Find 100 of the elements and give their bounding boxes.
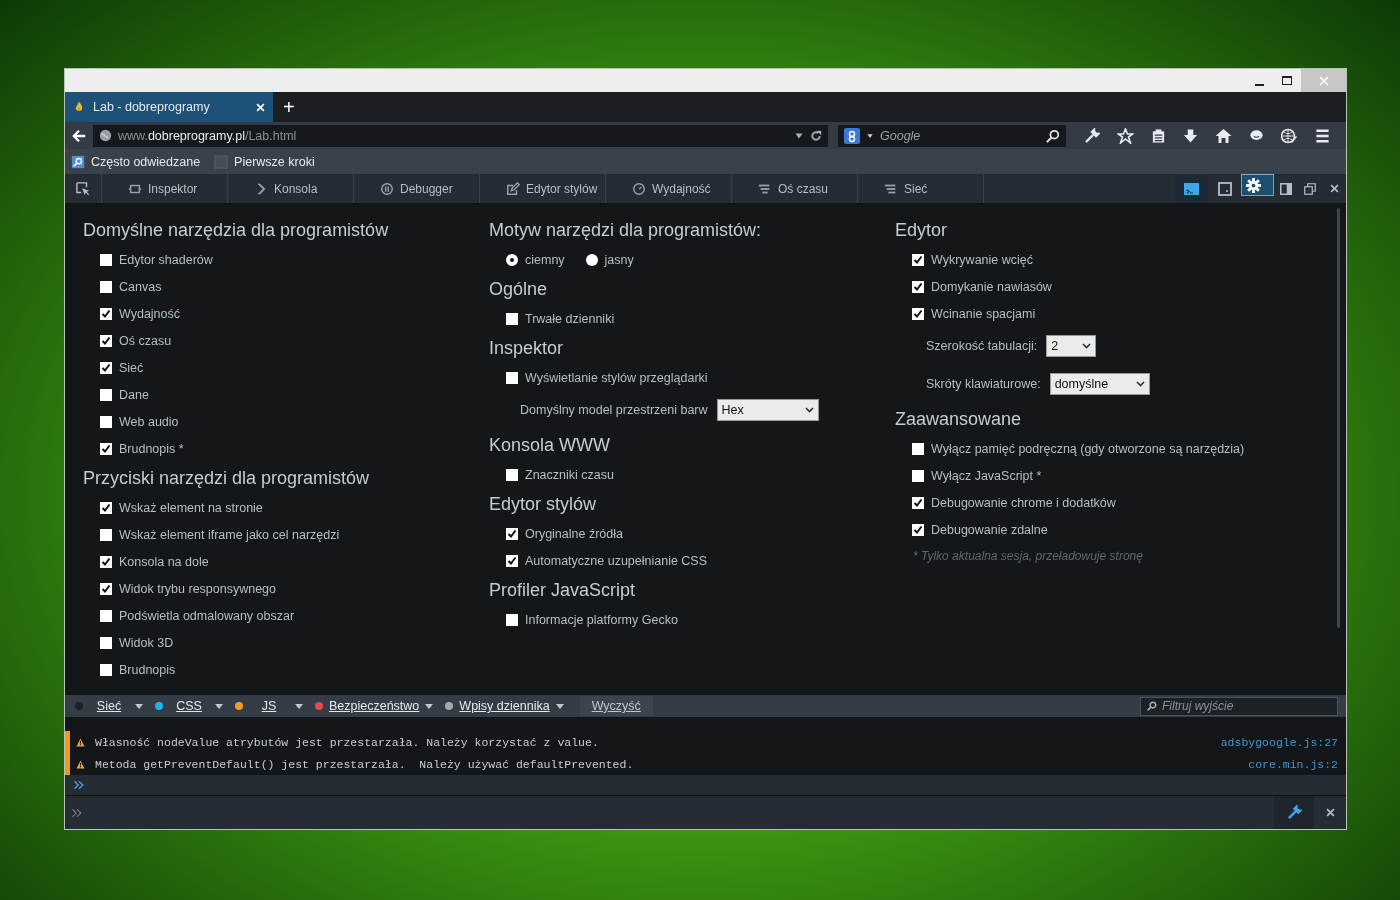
checkbox-label: Informacje platformy Gecko bbox=[525, 612, 678, 627]
pick-element-icon[interactable] bbox=[76, 181, 90, 196]
devtools-tab[interactable]: Wydajność bbox=[606, 174, 732, 203]
filter-dropdown[interactable]: Sieć bbox=[71, 695, 151, 717]
radio-button[interactable] bbox=[585, 253, 598, 266]
checkbox-label: Konsola na dole bbox=[119, 554, 209, 569]
devtools-tab[interactable]: Konsola bbox=[228, 174, 354, 203]
checkbox[interactable] bbox=[506, 613, 518, 626]
filter-dropdown[interactable]: CSS bbox=[151, 695, 231, 717]
checkbox[interactable] bbox=[912, 307, 924, 320]
dropdown-caret-icon[interactable] bbox=[866, 132, 874, 139]
dropdown[interactable]: 2 bbox=[1046, 335, 1097, 357]
globe-icon bbox=[99, 129, 112, 142]
browser-tab[interactable]: Lab - dobreprogramy bbox=[65, 92, 273, 122]
checkbox-label: Widok 3D bbox=[119, 635, 174, 650]
checkbox-label: Oś czasu bbox=[119, 333, 172, 348]
devtools-tab[interactable]: Debugger bbox=[354, 174, 480, 203]
checkbox[interactable] bbox=[506, 554, 518, 567]
checkbox[interactable] bbox=[100, 582, 112, 595]
source-link[interactable]: adsbygoogle.js:27 bbox=[1220, 735, 1338, 749]
devtools-tab[interactable]: Inspektor bbox=[102, 174, 228, 203]
settings-icon bbox=[1246, 177, 1261, 193]
star-icon[interactable] bbox=[1117, 127, 1134, 144]
footnote: * Tylko aktualna sesja, przeładowuje stronę bbox=[912, 548, 1144, 565]
checkbox[interactable] bbox=[100, 555, 112, 568]
checkbox[interactable] bbox=[100, 609, 112, 622]
checkbox[interactable] bbox=[100, 388, 112, 401]
checkbox[interactable] bbox=[100, 307, 112, 320]
checkbox[interactable] bbox=[912, 469, 924, 482]
select-label: Domyślny model przestrzeni barw bbox=[520, 403, 708, 417]
radio-button[interactable] bbox=[506, 253, 518, 266]
dropdown-caret-icon[interactable] bbox=[794, 131, 804, 140]
checkbox[interactable] bbox=[100, 636, 112, 649]
address-bar[interactable]: www.dobreprogramy.pl/Lab.html bbox=[93, 124, 828, 147]
filter-field[interactable]: Filtruj wyjście bbox=[1140, 696, 1338, 716]
settings-tab[interactable] bbox=[1241, 174, 1274, 196]
checkbox[interactable] bbox=[100, 442, 112, 455]
checkbox[interactable] bbox=[912, 253, 924, 266]
checkbox[interactable] bbox=[100, 361, 112, 374]
scrollbar[interactable] bbox=[1337, 208, 1340, 628]
section-heading: Przyciski narzędzi dla programistów bbox=[83, 466, 371, 490]
globe-pencil-icon[interactable] bbox=[1281, 127, 1297, 144]
checkbox[interactable] bbox=[100, 253, 112, 266]
close-icon[interactable] bbox=[1325, 808, 1335, 817]
checkbox-label: Wykrywanie wcięć bbox=[931, 252, 1033, 267]
close-icon[interactable] bbox=[1329, 184, 1339, 193]
undock-icon[interactable] bbox=[1304, 182, 1316, 195]
maximize-icon bbox=[1282, 75, 1292, 86]
menu-icon[interactable] bbox=[1314, 128, 1331, 143]
section-heading: Ogólne bbox=[489, 277, 549, 301]
home-icon[interactable] bbox=[1215, 127, 1232, 144]
checkbox[interactable] bbox=[100, 415, 112, 428]
checkbox-label: Edytor shaderów bbox=[119, 252, 213, 267]
checkbox-label: Widok trybu responsywnego bbox=[119, 581, 277, 596]
checkbox-label: Wyświetlanie stylów przeglądarki bbox=[525, 370, 708, 385]
checkbox[interactable] bbox=[506, 371, 518, 384]
devtools-tab[interactable]: Oś czasu bbox=[732, 174, 858, 203]
search-icon[interactable] bbox=[1046, 128, 1060, 143]
devtools-tab[interactable]: Sieć bbox=[858, 174, 984, 203]
checkbox[interactable] bbox=[912, 442, 924, 455]
checkbox[interactable] bbox=[100, 528, 112, 541]
checkbox[interactable] bbox=[100, 334, 112, 347]
reload-icon[interactable] bbox=[810, 129, 822, 142]
filter-dropdown[interactable]: Wpisy dziennika bbox=[441, 695, 572, 717]
checkbox-label: Web audio bbox=[119, 414, 179, 429]
bookmark-link[interactable]: Pierwsze kroki bbox=[234, 154, 315, 169]
chat-icon[interactable] bbox=[1249, 128, 1264, 143]
bookmark-link[interactable]: Często odwiedzane bbox=[91, 154, 201, 169]
dock-side-icon[interactable] bbox=[1280, 182, 1292, 195]
section-heading: Domyślne narzędzia dla programistów bbox=[83, 218, 390, 242]
split-console-button[interactable] bbox=[1175, 174, 1208, 203]
checkbox-label: Debugowanie chrome i dodatków bbox=[931, 495, 1116, 510]
folder-search-icon[interactable] bbox=[71, 154, 85, 169]
dropdown[interactable]: domyślne bbox=[1049, 373, 1150, 395]
checkbox[interactable] bbox=[912, 496, 924, 509]
source-link[interactable]: core.min.js:2 bbox=[1248, 757, 1338, 771]
section-heading: Inspektor bbox=[489, 336, 565, 360]
checkbox[interactable] bbox=[506, 468, 518, 481]
checkbox[interactable] bbox=[912, 523, 924, 536]
checkbox-label: Domykanie nawiasów bbox=[931, 279, 1052, 294]
new-tab-button[interactable]: + bbox=[273, 92, 305, 122]
back-icon[interactable] bbox=[71, 128, 87, 143]
checkbox[interactable] bbox=[506, 527, 518, 540]
filter-dropdown[interactable]: JS bbox=[231, 695, 311, 717]
checkbox[interactable] bbox=[100, 501, 112, 514]
console-icon bbox=[1184, 182, 1199, 195]
dropdown[interactable]: Hex bbox=[716, 399, 819, 421]
checkbox[interactable] bbox=[100, 663, 112, 676]
devtools-tab[interactable]: Edytor stylów bbox=[480, 174, 606, 203]
filter-dropdown[interactable]: Bezpieczeństwo bbox=[311, 695, 442, 717]
checkbox[interactable] bbox=[100, 280, 112, 293]
clipboard-icon[interactable] bbox=[1151, 127, 1166, 144]
checkbox[interactable] bbox=[506, 312, 518, 325]
clear-button[interactable]: Wyczyść bbox=[579, 696, 653, 716]
checkbox-label: Wskaż element na stronie bbox=[119, 500, 263, 515]
download-icon[interactable] bbox=[1183, 127, 1198, 144]
search-field[interactable]: Google bbox=[838, 124, 1066, 147]
checkbox[interactable] bbox=[912, 280, 924, 293]
checkbox-label: Brudnopis bbox=[119, 662, 176, 677]
checkbox-label: Trwałe dzienniki bbox=[525, 311, 615, 326]
